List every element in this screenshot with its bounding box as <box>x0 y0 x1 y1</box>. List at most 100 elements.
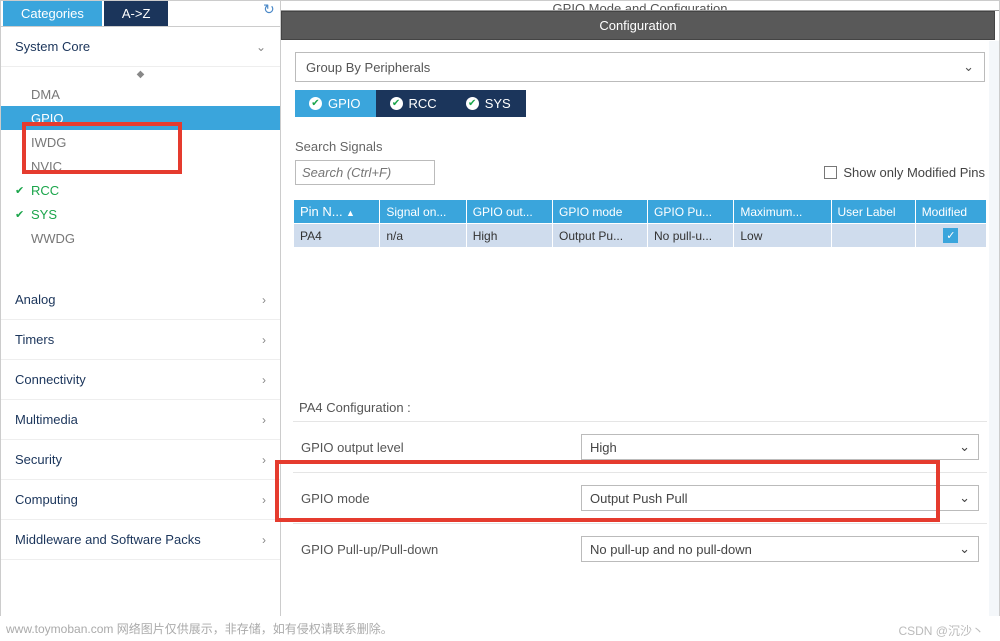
output-level-select[interactable]: High ⌄ <box>581 434 979 460</box>
sidebar-item-sys[interactable]: ✔ SYS <box>1 202 280 226</box>
section-timers[interactable]: Timers › <box>1 320 280 360</box>
footer-note: www.toymoban.com 网络图片仅供展示，非存储，如有侵权请联系删除。 <box>0 616 1000 641</box>
pa-config-title: PA4 Configuration : <box>293 398 987 421</box>
scrollbar[interactable] <box>989 41 999 624</box>
section-label: Security <box>15 452 62 467</box>
chevron-right-icon: › <box>262 533 266 547</box>
cell-pull: No pull-u... <box>648 224 734 248</box>
section-analog[interactable]: Analog › <box>1 280 280 320</box>
tab-a-z[interactable]: A->Z <box>104 1 169 26</box>
section-label: Analog <box>15 292 55 307</box>
item-label: WWDG <box>31 231 75 246</box>
group-by-select[interactable]: Group By Peripherals ⌄ <box>295 52 985 82</box>
item-label: RCC <box>31 183 59 198</box>
show-modified-checkbox[interactable] <box>824 166 837 179</box>
section-label: Multimedia <box>15 412 78 427</box>
section-security[interactable]: Security› <box>1 440 280 480</box>
cell-max: Low <box>734 224 831 248</box>
search-input[interactable] <box>295 160 435 185</box>
tab-label: RCC <box>409 96 437 111</box>
pins-table: Pin N... ▲ Signal on... GPIO out... GPIO… <box>293 199 987 248</box>
col-pin[interactable]: Pin N... ▲ <box>294 200 380 224</box>
cell-mode: Output Pu... <box>553 224 648 248</box>
chevron-down-icon: ⌄ <box>256 40 266 54</box>
section-label: Connectivity <box>15 372 86 387</box>
cell-modified[interactable]: ✓ <box>915 224 986 248</box>
cell-out: High <box>466 224 552 248</box>
show-modified-label: Show only Modified Pins <box>843 165 985 180</box>
item-label: IWDG <box>31 135 66 150</box>
output-level-label: GPIO output level <box>301 440 581 455</box>
item-label: NVIC <box>31 159 62 174</box>
modified-check-icon: ✓ <box>943 228 958 243</box>
periph-tab-sys[interactable]: ✔ SYS <box>452 90 526 117</box>
section-label: Timers <box>15 332 54 347</box>
section-label: Computing <box>15 492 78 507</box>
tab-label: GPIO <box>328 96 361 111</box>
select-value: No pull-up and no pull-down <box>590 542 752 557</box>
row-pull: GPIO Pull-up/Pull-down No pull-up and no… <box>293 523 987 574</box>
sidebar-item-rcc[interactable]: ✔ RCC <box>1 178 280 202</box>
sort-asc-icon: ▲ <box>346 208 355 218</box>
redo-icon[interactable]: ↻ <box>263 1 275 18</box>
check-circle-icon: ✔ <box>309 97 322 110</box>
updown-icon[interactable]: ◆ <box>1 67 280 82</box>
check-circle-icon: ✔ <box>390 97 403 110</box>
tab-categories[interactable]: Categories <box>3 1 102 26</box>
check-icon: ✔ <box>15 208 24 221</box>
chevron-down-icon: ⌄ <box>959 439 970 455</box>
chevron-right-icon: › <box>262 413 266 427</box>
table-row[interactable]: PA4 n/a High Output Pu... No pull-u... L… <box>294 224 987 248</box>
check-circle-icon: ✔ <box>466 97 479 110</box>
periph-tab-gpio[interactable]: ✔ GPIO <box>295 90 376 117</box>
chevron-down-icon: ⌄ <box>963 59 974 75</box>
config-title: Configuration <box>281 11 995 40</box>
section-label: Middleware and Software Packs <box>15 532 201 547</box>
pull-label: GPIO Pull-up/Pull-down <box>301 542 581 557</box>
sidebar-item-iwdg[interactable]: IWDG <box>1 130 280 154</box>
sidebar-item-wwdg[interactable]: WWDG <box>1 226 280 250</box>
sidebar-item-dma[interactable]: DMA <box>1 82 280 106</box>
sidebar-item-gpio[interactable]: GPIO <box>1 106 280 130</box>
section-computing[interactable]: Computing › <box>1 480 280 520</box>
col-max[interactable]: Maximum... <box>734 200 831 224</box>
chevron-right-icon: › <box>262 493 266 507</box>
search-label: Search Signals <box>295 139 985 154</box>
col-mode[interactable]: GPIO mode <box>553 200 648 224</box>
select-value: High <box>590 440 617 455</box>
chevron-right-icon: › <box>262 373 266 387</box>
tab-label: SYS <box>485 96 511 111</box>
sidebar-item-nvic[interactable]: NVIC <box>1 154 280 178</box>
chevron-down-icon: ⌄ <box>959 490 970 506</box>
chevron-right-icon: › <box>262 333 266 347</box>
cell-pin: PA4 <box>294 224 380 248</box>
section-system-core[interactable]: System Core ⌄ <box>1 27 280 67</box>
periph-tab-rcc[interactable]: ✔ RCC <box>376 90 452 117</box>
panel-title-cut: GPIO Mode and Configuration <box>281 1 999 11</box>
col-user[interactable]: User Label <box>831 200 915 224</box>
section-label: System Core <box>15 39 90 54</box>
item-label: SYS <box>31 207 57 222</box>
table-header-row: Pin N... ▲ Signal on... GPIO out... GPIO… <box>294 200 987 224</box>
gpio-mode-select[interactable]: Output Push Pull ⌄ <box>581 485 979 511</box>
select-value: Output Push Pull <box>590 491 688 506</box>
item-label: DMA <box>31 87 60 102</box>
col-pull[interactable]: GPIO Pu... <box>648 200 734 224</box>
group-by-value: Group By Peripherals <box>306 60 430 75</box>
row-gpio-mode: GPIO mode Output Push Pull ⌄ <box>293 472 987 523</box>
pull-select[interactable]: No pull-up and no pull-down⌄ <box>581 536 979 562</box>
item-label: GPIO <box>31 111 64 126</box>
chevron-right-icon: › <box>262 293 266 307</box>
col-modified[interactable]: Modified <box>915 200 986 224</box>
row-output-level: GPIO output level High ⌄ <box>293 421 987 472</box>
cell-signal: n/a <box>380 224 466 248</box>
check-icon: ✔ <box>15 184 24 197</box>
section-connectivity[interactable]: Connectivity › <box>1 360 280 400</box>
watermark: CSDN @沉沙丶 <box>898 622 984 639</box>
cell-user <box>831 224 915 248</box>
col-out[interactable]: GPIO out... <box>466 200 552 224</box>
section-multimedia[interactable]: Multimedia › <box>1 400 280 440</box>
section-middleware[interactable]: Middleware and Software Packs › <box>1 520 280 560</box>
col-signal[interactable]: Signal on... <box>380 200 466 224</box>
gpio-mode-label: GPIO mode <box>301 491 581 506</box>
